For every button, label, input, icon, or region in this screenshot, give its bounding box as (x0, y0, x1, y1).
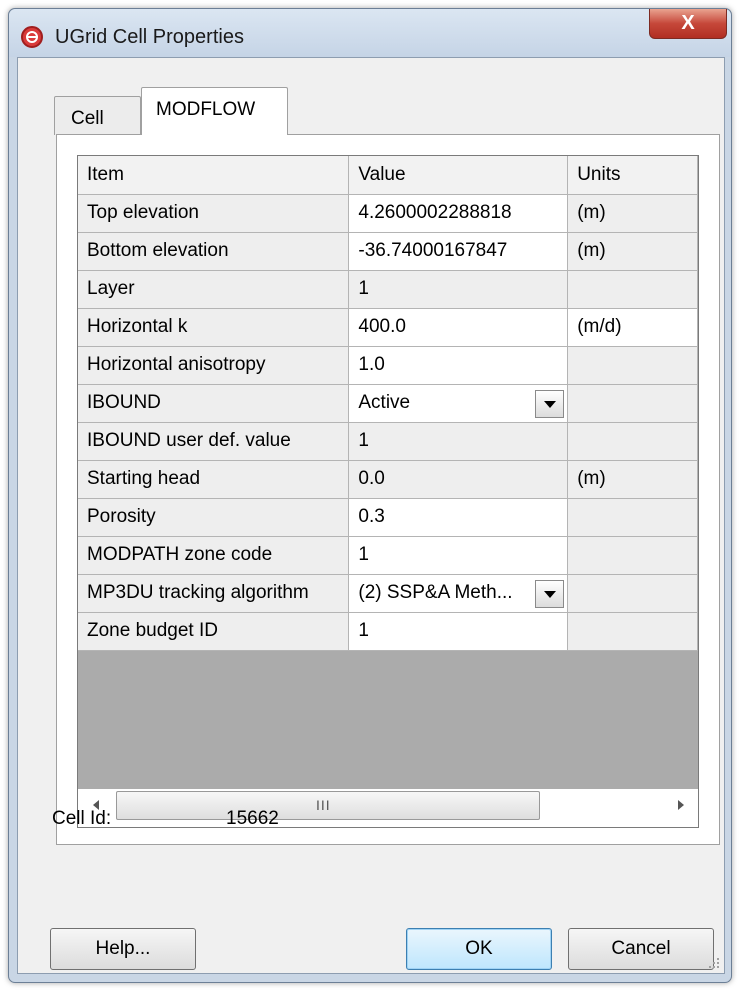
ibound-dropdown-value: Active (358, 392, 411, 413)
cancel-button[interactable]: Cancel (568, 928, 714, 970)
tab-cell-label: Cell (71, 108, 104, 129)
scrollbar-grip: III (316, 797, 331, 813)
column-header-item[interactable]: Item (78, 156, 350, 195)
table-row: Zone budget ID 1 (78, 611, 698, 651)
row-item-label: Porosity (78, 497, 350, 537)
help-button[interactable]: Help... (50, 928, 196, 970)
row-item-label: Starting head (78, 459, 350, 499)
title-bar[interactable]: UGrid Cell Properties X (9, 9, 731, 57)
value-input[interactable]: 1 (348, 611, 569, 651)
tab-panel-modflow: Item Value Units Top elevation 4.2600002… (56, 134, 720, 845)
table-row: Layer 1 (78, 269, 698, 309)
value-input[interactable]: 1 (348, 535, 569, 575)
table-row: Top elevation 4.2600002288818 (m) (78, 193, 698, 233)
units-cell: (m/d) (567, 307, 698, 347)
tab-cell[interactable]: Cell (54, 96, 141, 135)
table-row: IBOUND user def. value 1 (78, 421, 698, 461)
units-cell (567, 345, 698, 385)
table-row: Bottom elevation -36.74000167847 (m) (78, 231, 698, 271)
units-cell (567, 535, 698, 575)
units-cell: (m) (567, 459, 698, 499)
dialog-window: UGrid Cell Properties X Cell MODFLOW Ite… (8, 8, 732, 983)
units-cell (567, 573, 698, 613)
table-row: Horizontal anisotropy 1.0 (78, 345, 698, 385)
row-item-label: MODPATH zone code (78, 535, 350, 575)
tracking-algorithm-dropdown[interactable]: (2) SSP&A Meth... (348, 573, 569, 613)
ibound-dropdown[interactable]: Active (348, 383, 569, 423)
column-header-units[interactable]: Units (567, 156, 698, 195)
units-cell (567, 611, 698, 651)
value-readonly: 1 (348, 421, 569, 461)
units-cell: (m) (567, 193, 698, 233)
tab-modflow-label: MODFLOW (156, 99, 256, 120)
value-input[interactable]: 4.2600002288818 (348, 193, 569, 233)
properties-table: Item Value Units Top elevation 4.2600002… (78, 156, 698, 651)
resize-grip-icon[interactable] (706, 955, 720, 969)
cell-id-value: 15662 (226, 808, 279, 829)
tab-modflow[interactable]: MODFLOW (141, 87, 288, 135)
table-row: IBOUND Active (78, 383, 698, 423)
value-input[interactable]: 0.3 (348, 497, 569, 537)
ok-button[interactable]: OK (406, 928, 552, 970)
chevron-down-icon[interactable] (535, 579, 565, 608)
table-row: MP3DU tracking algorithm (2) SSP&A Meth.… (78, 573, 698, 613)
row-item-label: Bottom elevation (78, 231, 350, 271)
tracking-algorithm-value: (2) SSP&A Meth... (358, 582, 513, 603)
value-input[interactable]: 400.0 (348, 307, 569, 347)
horizontal-scrollbar[interactable]: III (78, 789, 698, 827)
value-input[interactable]: 1.0 (348, 345, 569, 385)
close-button[interactable]: X (649, 9, 727, 39)
dialog-client-area: Cell MODFLOW Item Value Units Top elevat… (17, 57, 725, 974)
window-title: UGrid Cell Properties (55, 26, 244, 48)
table-row: Porosity 0.3 (78, 497, 698, 537)
column-header-value[interactable]: Value (348, 156, 569, 195)
units-cell (567, 497, 698, 537)
cell-id-label: Cell Id: (52, 808, 112, 829)
app-icon (21, 26, 43, 48)
scroll-right-icon[interactable] (678, 800, 684, 810)
header-row: Item Value Units (78, 156, 698, 195)
close-icon: X (681, 12, 695, 34)
value-readonly: 0.0 (348, 459, 569, 499)
row-item-label: Top elevation (78, 193, 350, 233)
units-cell (567, 421, 698, 461)
row-item-label: MP3DU tracking algorithm (78, 573, 350, 613)
table-row: Horizontal k 400.0 (m/d) (78, 307, 698, 347)
table-row: Starting head 0.0 (m) (78, 459, 698, 499)
value-readonly: 1 (348, 269, 569, 309)
row-item-label: Zone budget ID (78, 611, 350, 651)
scrollbar-thumb[interactable]: III (116, 791, 540, 820)
units-cell: (m) (567, 231, 698, 271)
value-input[interactable]: -36.74000167847 (348, 231, 569, 271)
units-cell (567, 383, 698, 423)
units-cell (567, 269, 698, 309)
properties-grid: Item Value Units Top elevation 4.2600002… (77, 155, 699, 828)
row-item-label: Horizontal k (78, 307, 350, 347)
row-item-label: Layer (78, 269, 350, 309)
chevron-down-icon[interactable] (535, 389, 565, 418)
row-item-label: Horizontal anisotropy (78, 345, 350, 385)
row-item-label: IBOUND user def. value (78, 421, 350, 461)
table-row: MODPATH zone code 1 (78, 535, 698, 575)
row-item-label: IBOUND (78, 383, 350, 423)
